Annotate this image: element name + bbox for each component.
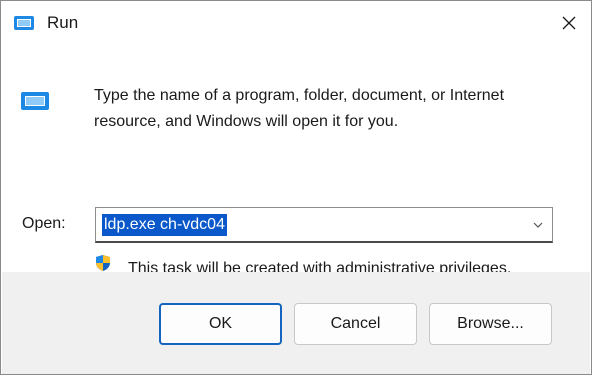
button-bar: OK Cancel Browse...	[2, 272, 590, 374]
close-icon	[562, 16, 576, 30]
chevron-down-icon[interactable]	[532, 220, 544, 230]
title-bar[interactable]: Run	[1, 1, 591, 45]
run-app-icon	[14, 16, 34, 30]
close-button[interactable]	[547, 1, 591, 45]
open-combobox[interactable]: ldp.exe ch-vdc04	[95, 207, 553, 243]
uac-shield-icon	[96, 255, 110, 271]
run-app-icon	[21, 92, 49, 110]
open-label: Open:	[22, 215, 66, 232]
browse-button[interactable]: Browse...	[429, 303, 552, 345]
dialog-body: Type the name of a program, folder, docu…	[2, 45, 590, 277]
ok-button[interactable]: OK	[159, 303, 282, 345]
open-input-value[interactable]: ldp.exe ch-vdc04	[102, 214, 227, 236]
description-text: Type the name of a program, folder, docu…	[94, 87, 505, 130]
run-dialog: Run Type the name of a program, folder, …	[0, 0, 592, 375]
window-title: Run	[47, 13, 79, 32]
cancel-button[interactable]: Cancel	[294, 303, 417, 345]
